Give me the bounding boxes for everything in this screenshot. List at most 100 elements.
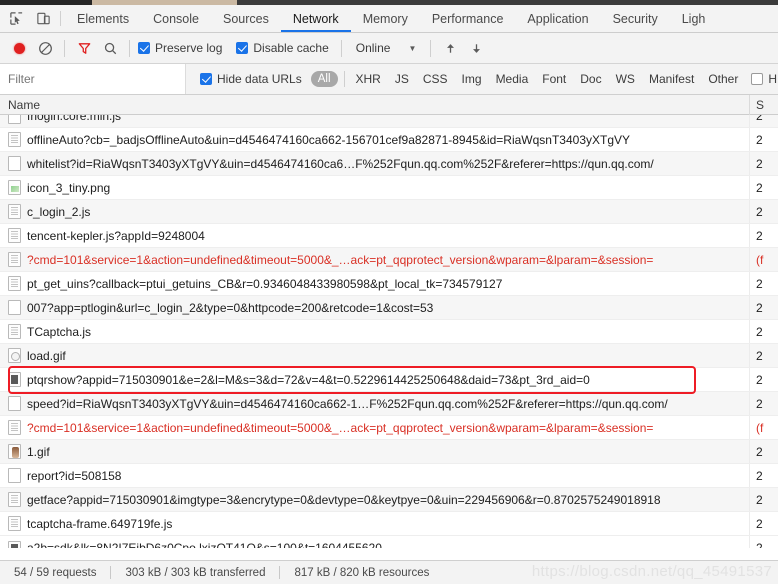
table-row[interactable]: c_login_2.js 2: [0, 200, 778, 224]
request-type-icon: [8, 492, 21, 507]
preserve-log-checkbox[interactable]: Preserve log: [136, 41, 224, 55]
has-blocked-cookies-checkbox[interactable]: H: [751, 72, 777, 86]
table-row[interactable]: load.gif 2: [0, 344, 778, 368]
request-name: icon_3_tiny.png: [27, 180, 111, 195]
type-filter-ws[interactable]: WS: [609, 72, 642, 86]
table-row[interactable]: TCaptcha.js 2: [0, 320, 778, 344]
toolbar-divider-2: [129, 39, 130, 57]
request-name: TCaptcha.js: [27, 324, 92, 339]
record-icon: [13, 42, 25, 54]
has-blocked-cookies-label: H: [768, 72, 777, 86]
type-filter-font[interactable]: Font: [535, 72, 573, 86]
type-filter-js[interactable]: JS: [388, 72, 416, 86]
table-row[interactable]: tencent-kepler.js?appId=9248004 2: [0, 224, 778, 248]
clear-button[interactable]: [32, 35, 58, 61]
tab-security-label: Security: [612, 11, 658, 26]
hide-data-urls-checkmark: [200, 73, 212, 85]
table-row[interactable]: ?cmd=101&service=1&action=undefined&time…: [0, 416, 778, 440]
record-button[interactable]: [6, 35, 32, 61]
table-row[interactable]: ?cmd=101&service=1&action=undefined&time…: [0, 248, 778, 272]
type-filter-font-label: Font: [542, 72, 567, 86]
search-button[interactable]: [97, 35, 123, 61]
type-filter-css[interactable]: CSS: [416, 72, 455, 86]
request-type-icon: [8, 300, 21, 315]
table-row[interactable]: ptqrshow?appid=715030901&e=2&l=M&s=3&d=7…: [0, 368, 778, 392]
request-status: 2: [756, 132, 763, 147]
type-filter-all[interactable]: All: [310, 71, 338, 87]
type-filter-doc-label: Doc: [580, 72, 602, 86]
type-filter-manifest-label: Manifest: [648, 72, 695, 86]
tab-sources-label: Sources: [222, 11, 269, 26]
row-status-cell: 2: [750, 272, 778, 295]
filter-input[interactable]: [0, 64, 186, 94]
request-type-icon: [8, 516, 21, 531]
table-row[interactable]: icon_3_tiny.png 2: [0, 176, 778, 200]
network-toolbar: Preserve log Disable cache Online ▼: [0, 33, 778, 64]
request-status: 2: [756, 492, 763, 507]
table-row-partial-top[interactable]: frlogin.core.min.js 2: [0, 115, 778, 128]
type-filter-ws-label: WS: [615, 72, 635, 86]
tab-network-label: Network: [292, 11, 339, 26]
tab-lighthouse[interactable]: Ligh: [670, 5, 718, 32]
table-row[interactable]: 007?app=ptlogin&url=c_login_2&type=0&htt…: [0, 296, 778, 320]
tab-security[interactable]: Security: [601, 5, 670, 32]
type-filter-media[interactable]: Media: [489, 72, 536, 86]
column-header-name-label: Name: [8, 97, 41, 112]
request-name: ptqrshow?appid=715030901&e=2&l=M&s=3&d=7…: [27, 372, 590, 387]
tab-application[interactable]: Application: [515, 5, 600, 32]
tab-sources[interactable]: Sources: [211, 5, 281, 32]
row-name-cell: 1.gif: [0, 440, 750, 463]
request-name: 007?app=ptlogin&url=c_login_2&type=0&htt…: [27, 300, 434, 315]
device-toolbar-icon[interactable]: [35, 10, 52, 27]
tab-console[interactable]: Console: [141, 5, 211, 32]
request-type-icon: [8, 348, 21, 363]
tab-network[interactable]: Network: [280, 5, 351, 32]
request-status: 2: [756, 204, 763, 219]
chevron-down-icon[interactable]: ▼: [394, 44, 424, 53]
column-header-name[interactable]: Name: [0, 95, 750, 115]
request-status: 2: [756, 276, 763, 291]
filter-button[interactable]: [71, 35, 97, 61]
type-filter-img[interactable]: Img: [455, 72, 489, 86]
row-name-cell: ?cmd=101&service=1&action=undefined&time…: [0, 416, 750, 439]
inspect-element-icon[interactable]: [8, 10, 25, 27]
table-row[interactable]: tcaptcha-frame.649719fe.js 2: [0, 512, 778, 536]
type-filter-xhr-label: XHR: [355, 72, 381, 86]
import-har-button[interactable]: [437, 35, 463, 61]
hide-data-urls-checkbox[interactable]: Hide data URLs: [198, 72, 304, 86]
table-row-partial-bottom[interactable]: a2b=sdk&lk=8N2I7EibD6z0Cpo.lxizOT41O&s=1…: [0, 536, 778, 548]
table-row[interactable]: offlineAuto?cb=_badjsOfflineAuto&uin=d45…: [0, 128, 778, 152]
table-row[interactable]: pt_get_uins?callback=ptui_getuins_CB&r=0…: [0, 272, 778, 296]
request-status: 2: [756, 444, 763, 459]
toolbar-divider-1: [64, 39, 65, 57]
request-status: (f: [756, 420, 764, 435]
request-name: ?cmd=101&service=1&action=undefined&time…: [27, 420, 654, 435]
request-name: tencent-kepler.js?appId=9248004: [27, 228, 205, 243]
tab-performance[interactable]: Performance: [420, 5, 516, 32]
disable-cache-checkbox[interactable]: Disable cache: [234, 41, 330, 55]
column-header-status[interactable]: S: [750, 95, 778, 115]
row-name-cell: load.gif: [0, 344, 750, 367]
type-filter-other[interactable]: Other: [701, 72, 745, 86]
type-filter-doc[interactable]: Doc: [573, 72, 608, 86]
request-status: 2: [756, 468, 763, 483]
throttling-select[interactable]: Online: [348, 41, 395, 55]
filter-icon: [78, 42, 90, 54]
table-row[interactable]: 1.gif 2: [0, 440, 778, 464]
row-name-cell: ptqrshow?appid=715030901&e=2&l=M&s=3&d=7…: [0, 368, 750, 391]
request-name: getface?appid=715030901&imgtype=3&encryt…: [27, 492, 661, 507]
row-status-cell: 2: [750, 320, 778, 343]
tab-elements[interactable]: Elements: [65, 5, 141, 32]
type-filter-xhr[interactable]: XHR: [349, 72, 388, 86]
export-har-button[interactable]: [463, 35, 489, 61]
table-row[interactable]: speed?id=RiaWqsnT3403yXTgVY&uin=d4546474…: [0, 392, 778, 416]
table-row[interactable]: getface?appid=715030901&imgtype=3&encryt…: [0, 488, 778, 512]
request-type-icon: [8, 420, 21, 435]
tab-memory[interactable]: Memory: [351, 5, 420, 32]
watermark-text: https://blog.csdn.net/qq_45491537: [531, 563, 772, 580]
table-row[interactable]: whitelist?id=RiaWqsnT3403yXTgVY&uin=d454…: [0, 152, 778, 176]
request-name: c_login_2.js: [27, 204, 91, 219]
column-header-status-label: S: [756, 97, 765, 112]
table-row[interactable]: report?id=508158 2: [0, 464, 778, 488]
type-filter-manifest[interactable]: Manifest: [642, 72, 701, 86]
